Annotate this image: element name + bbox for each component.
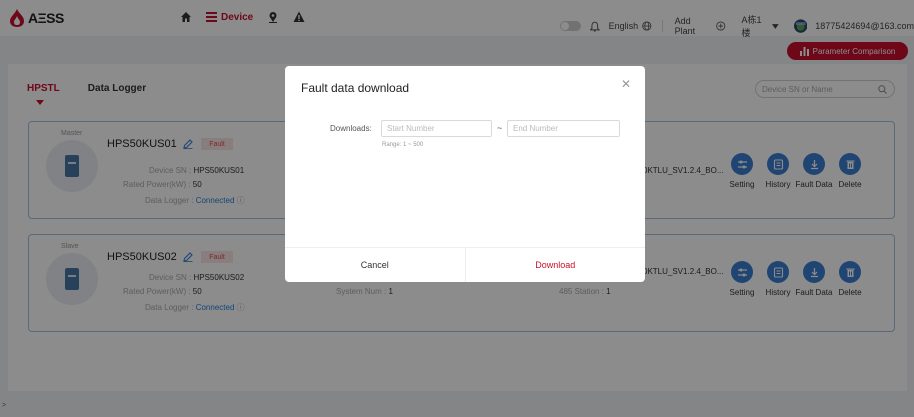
close-icon[interactable]: ✕ — [621, 77, 631, 91]
modal-footer: Cancel Download — [285, 247, 645, 282]
range-hint: Range: 1 ~ 500 — [382, 142, 424, 148]
range-separator: ~ — [497, 123, 503, 133]
end-number-input[interactable]: End Number — [507, 120, 620, 137]
download-button[interactable]: Download — [466, 248, 646, 282]
modal-title: Fault data download — [301, 81, 410, 95]
fault-data-download-modal: Fault data download ✕ Downloads: Start N… — [285, 66, 645, 282]
start-number-input[interactable]: Start Number — [381, 120, 492, 137]
downloads-label: Downloads: — [330, 124, 372, 133]
cancel-button[interactable]: Cancel — [285, 248, 466, 282]
